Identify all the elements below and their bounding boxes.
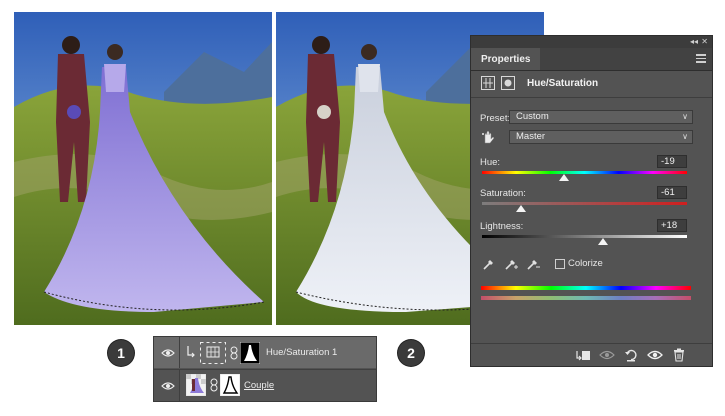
lightness-slider-track[interactable] <box>482 235 687 238</box>
output-color-bar <box>481 296 691 300</box>
link-chain-icon[interactable] <box>230 346 238 360</box>
chevron-down-icon: ∨ <box>682 132 688 141</box>
lightness-label: Lightness: <box>480 221 524 232</box>
visibility-icon[interactable] <box>647 347 663 363</box>
mask-icon[interactable] <box>501 76 515 90</box>
visibility-eye-icon[interactable] <box>160 378 176 394</box>
delete-icon[interactable] <box>671 347 687 363</box>
clipping-arrow-icon <box>186 345 196 359</box>
hue-value-field[interactable]: -19 <box>657 155 687 168</box>
layer-name: Hue/Saturation 1 <box>266 347 338 358</box>
reset-icon[interactable] <box>623 347 639 363</box>
lightness-value-field[interactable]: +18 <box>657 219 687 232</box>
view-previous-icon[interactable] <box>599 347 615 363</box>
layer-separator <box>179 337 180 368</box>
channel-value: Master <box>516 131 546 142</box>
clip-to-layer-icon[interactable] <box>575 347 591 363</box>
adjustment-title: Hue/Saturation <box>527 78 599 89</box>
layer-thumbnail[interactable] <box>185 373 207 397</box>
hand-icon[interactable] <box>480 129 496 145</box>
hue-slider-handle[interactable] <box>559 174 569 181</box>
adjustment-layer-icon <box>200 342 226 364</box>
layer-row-hue-saturation[interactable]: Hue/Saturation 1 <box>154 337 376 368</box>
panel-footer <box>471 343 712 366</box>
panel-title-strip: ◂◂ ✕ <box>471 36 712 48</box>
chevron-down-icon: ∨ <box>682 112 688 121</box>
colorize-checkbox[interactable] <box>555 259 565 269</box>
saturation-value-field[interactable]: -61 <box>657 186 687 199</box>
before-photo-image <box>14 12 272 325</box>
step-badge-2: 2 <box>398 340 424 366</box>
preset-value: Custom <box>516 111 549 122</box>
adjustment-header: Hue/Saturation <box>471 70 712 98</box>
saturation-slider-handle[interactable] <box>516 205 526 212</box>
lightness-slider-handle[interactable] <box>598 238 608 245</box>
preset-label: Preset: <box>480 113 511 124</box>
close-icon[interactable]: ✕ <box>701 37 708 47</box>
link-chain-icon[interactable] <box>210 378 218 392</box>
hue-label: Hue: <box>480 157 501 168</box>
tab-properties[interactable]: Properties <box>471 48 541 70</box>
eyedropper-minus-icon[interactable] <box>526 257 540 271</box>
eyedropper-plus-icon[interactable] <box>504 257 518 271</box>
layer-mask-thumbnail[interactable] <box>219 373 241 397</box>
input-color-bar <box>481 286 691 290</box>
saturation-slider-track[interactable] <box>482 202 687 205</box>
properties-panel: ◂◂ ✕ Properties Hue/Saturation Preset: C… <box>470 35 713 367</box>
panel-tab-bar: Properties <box>471 48 712 71</box>
colorize-label: Colorize <box>568 258 603 269</box>
layer-name: Couple <box>244 380 275 391</box>
saturation-label: Saturation: <box>480 188 526 199</box>
eyedropper-icon[interactable] <box>482 257 496 271</box>
panel-menu-icon[interactable] <box>696 54 706 63</box>
layers-panel: Hue/Saturation 1 Couple <box>153 336 377 402</box>
preset-select[interactable]: Custom ∨ <box>509 110 693 124</box>
visibility-eye-icon[interactable] <box>160 345 176 361</box>
collapse-icon[interactable]: ◂◂ <box>690 37 698 47</box>
layer-mask-thumbnail[interactable] <box>239 341 261 365</box>
step-badge-1: 1 <box>108 340 134 366</box>
layer-separator <box>179 370 180 401</box>
channel-select[interactable]: Master ∨ <box>509 130 693 144</box>
hue-saturation-adjustment-icon[interactable] <box>481 76 495 90</box>
hue-slider-track[interactable] <box>482 171 687 174</box>
photo-before <box>14 12 272 325</box>
layer-row-couple[interactable]: Couple <box>154 369 376 401</box>
